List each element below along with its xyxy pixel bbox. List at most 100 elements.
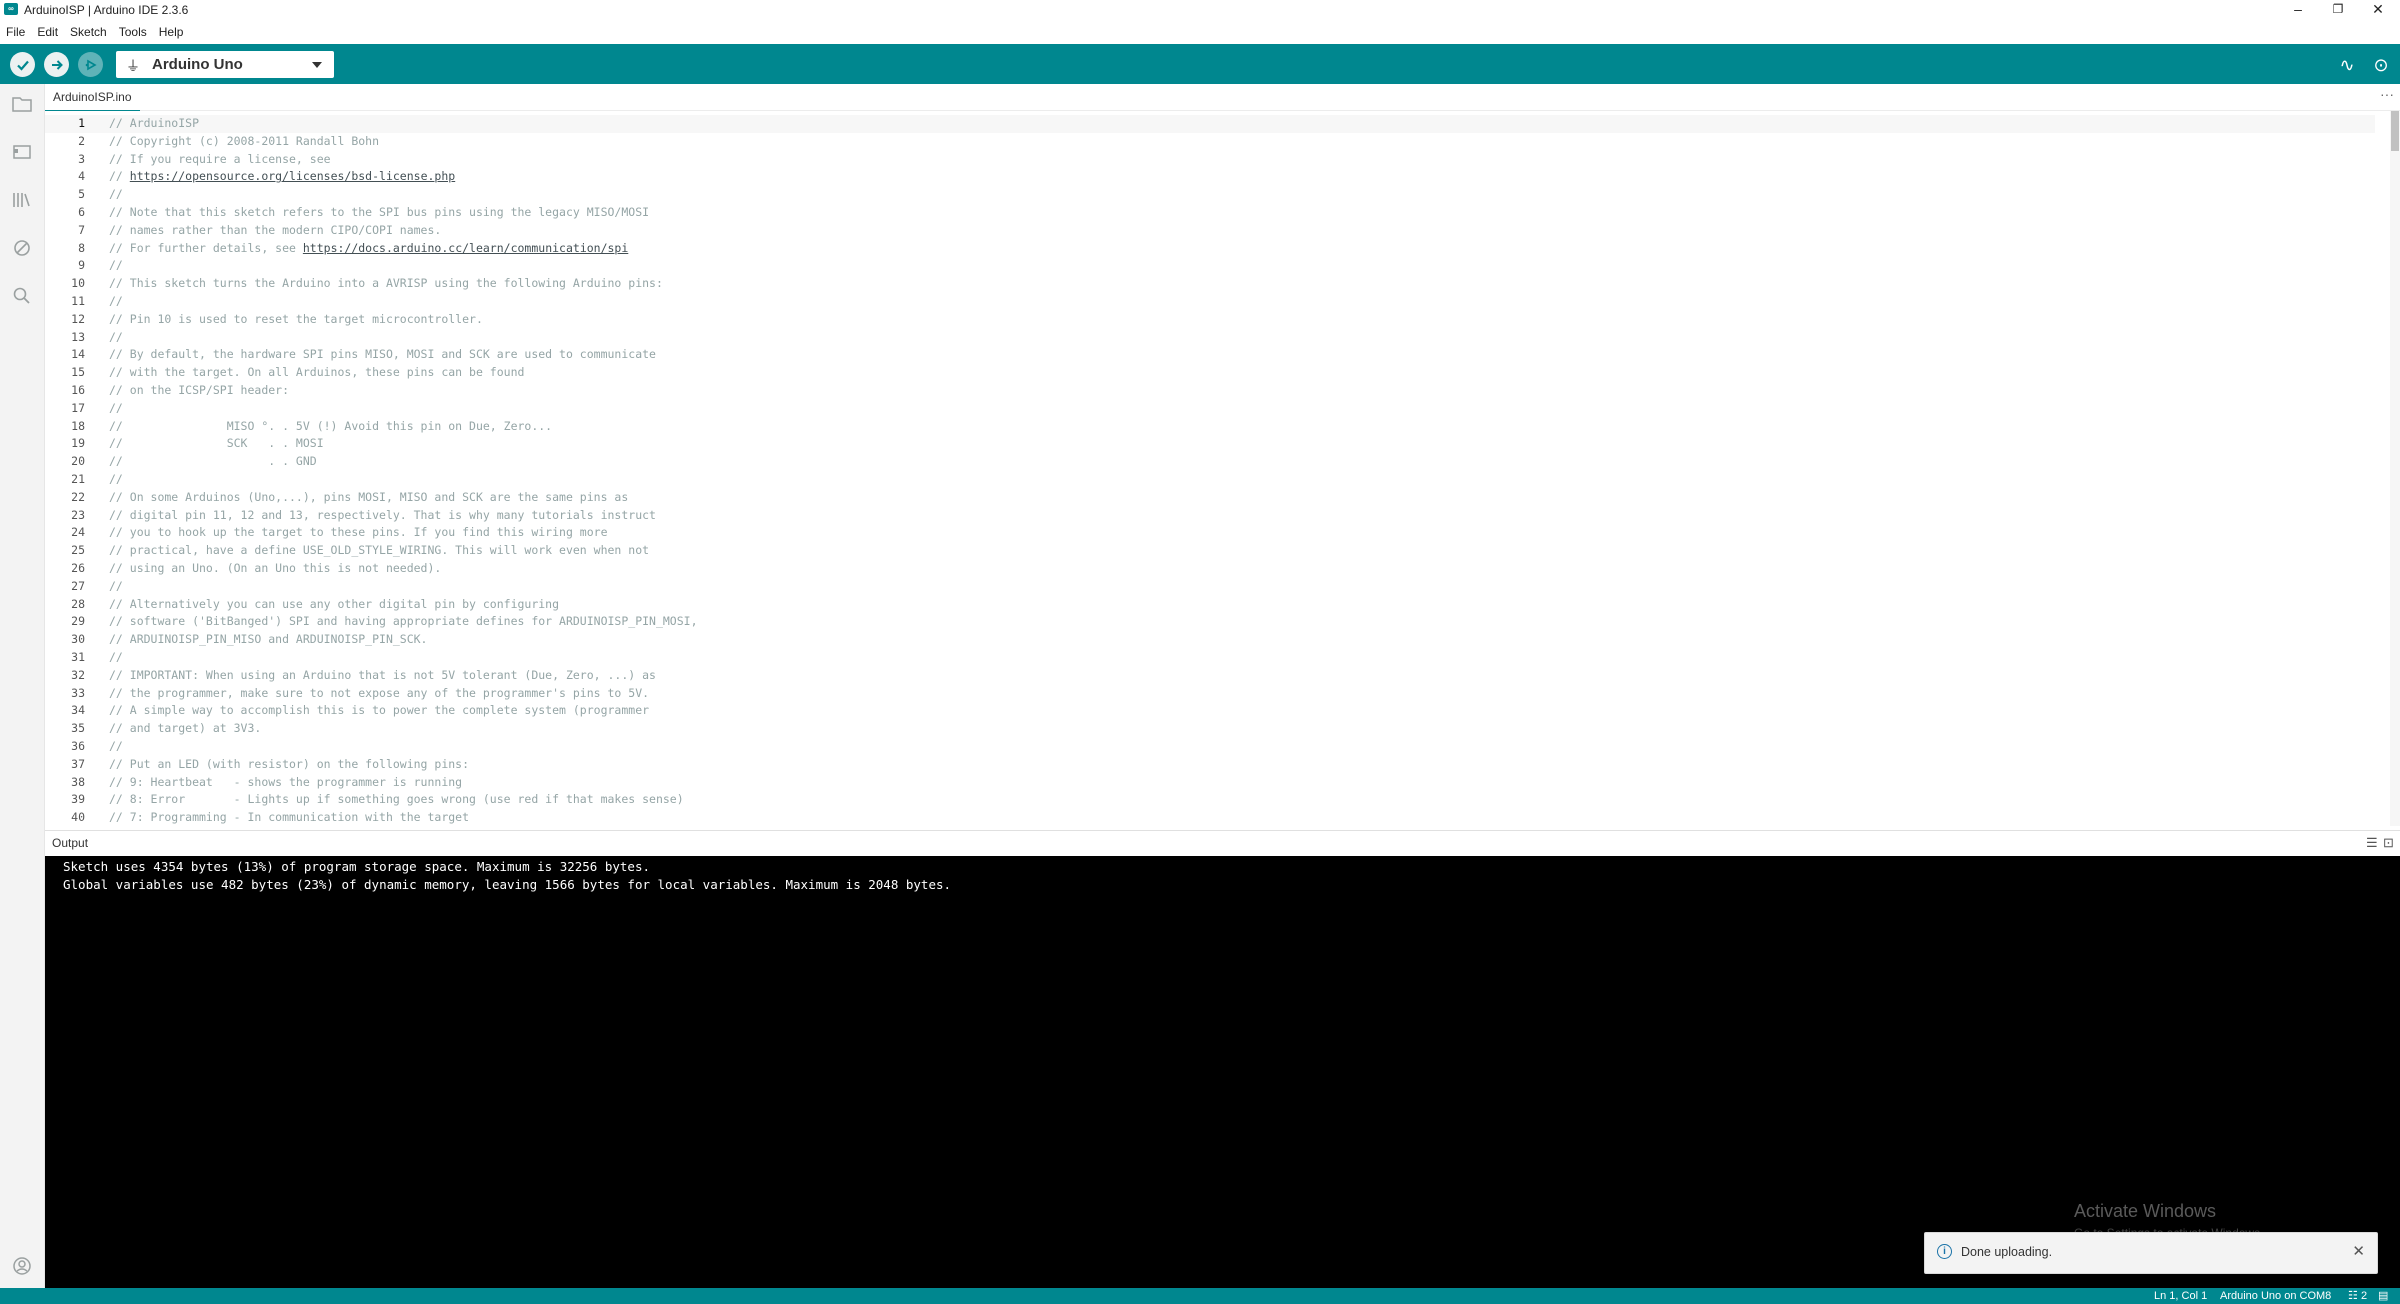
code-line[interactable]: 20 // . . GND <box>45 453 2375 471</box>
menu-edit[interactable]: Edit <box>31 20 64 44</box>
close-button[interactable]: ✕ <box>2356 0 2400 20</box>
line-number: 20 <box>71 454 85 469</box>
clear-output-icon[interactable]: ☰ <box>2366 835 2378 851</box>
code-text: // <box>109 472 123 486</box>
code-line[interactable]: 36 // <box>45 738 2375 756</box>
code-line[interactable]: 1 // ArduinoISP <box>45 115 2375 133</box>
code-line[interactable]: 6 // Note that this sketch refers to the … <box>45 204 2375 222</box>
code-line[interactable]: 5 // <box>45 186 2375 204</box>
code-line[interactable]: 15 // with the target. On all Arduinos, t… <box>45 364 2375 382</box>
activate-windows-title: Activate Windows <box>2074 1201 2217 1221</box>
code-line[interactable]: 18 // MISO °. . 5V (!) Avoid this pin on … <box>45 418 2375 436</box>
code-line[interactable]: 38 // 9: Heartbeat - shows the programmer… <box>45 774 2375 792</box>
notification-count[interactable]: 2 <box>2361 1289 2367 1303</box>
code-text: // Pin 10 is used to reset the target mi… <box>109 311 483 326</box>
menu-tools[interactable]: Tools <box>113 20 153 44</box>
code-line[interactable]: 31 // <box>45 649 2375 667</box>
code-line[interactable]: 7 // names rather than the modern CIPO/CO… <box>45 222 2375 240</box>
code-line[interactable]: 29 // software ('BitBanged') SPI and havi… <box>45 613 2375 631</box>
line-number: 5 <box>78 187 85 202</box>
code-text: // digital pin 11, 12 and 13, respective… <box>109 507 656 522</box>
code-line[interactable]: 27 // <box>45 578 2375 596</box>
boards-manager-button[interactable] <box>10 140 34 164</box>
debug-panel-button[interactable] <box>10 236 34 260</box>
code-line[interactable]: 14 // By default, the hardware SPI pins M… <box>45 346 2375 364</box>
tab-arduinoisp-ino[interactable]: ArduinoISP.ino <box>45 84 140 112</box>
code-line[interactable]: 37 // Put an LED (with resistor) on the f… <box>45 756 2375 774</box>
code-line[interactable]: 12 // Pin 10 is used to reset the target … <box>45 311 2375 329</box>
line-number: 15 <box>71 365 85 380</box>
close-notification-button[interactable]: ✕ <box>2352 1242 2365 1260</box>
scrollbar-thumb[interactable] <box>2391 111 2399 151</box>
code-link[interactable]: https://opensource.org/licenses/bsd-lice… <box>130 169 455 183</box>
line-number: 38 <box>71 774 85 789</box>
code-line[interactable]: 10 // This sketch turns the Arduino into … <box>45 275 2375 293</box>
panel-toggle-icon[interactable]: ▤ <box>2378 1289 2388 1303</box>
upload-button[interactable] <box>44 52 69 77</box>
code-line[interactable]: 21 // <box>45 471 2375 489</box>
code-line[interactable]: 35 // and target) at 3V3. <box>45 720 2375 738</box>
code-line[interactable]: 40 // 7: Programming - In communication w… <box>45 809 2375 826</box>
code-line[interactable]: 16 // on the ICSP/SPI header: <box>45 382 2375 400</box>
debug-button[interactable] <box>78 52 103 77</box>
code-line[interactable]: 13 // <box>45 329 2375 347</box>
code-text: // On some Arduinos (Uno,...), pins MOSI… <box>109 489 629 504</box>
line-number: 36 <box>71 739 85 753</box>
minimize-button[interactable]: – <box>2276 0 2320 20</box>
library-manager-button[interactable] <box>10 188 34 212</box>
library-icon <box>13 193 30 207</box>
toolbar: ⏚ Arduino Uno ∿ ⊙ <box>0 44 2400 84</box>
code-line[interactable]: 32 // IMPORTANT: When using an Arduino th… <box>45 667 2375 685</box>
code-link[interactable]: https://docs.arduino.cc/learn/communicat… <box>303 241 628 255</box>
code-line[interactable]: 8 // For further details, see https://doc… <box>45 240 2375 258</box>
menu-file[interactable]: File <box>0 20 31 44</box>
editor-scrollbar[interactable] <box>2390 111 2400 826</box>
verify-button[interactable] <box>10 52 35 77</box>
sketchbook-button[interactable] <box>10 92 34 116</box>
code-line[interactable]: 23 // digital pin 11, 12 and 13, respecti… <box>45 507 2375 525</box>
code-line[interactable]: 3 // If you require a license, see <box>45 151 2375 169</box>
code-text: // <box>109 187 123 202</box>
code-line[interactable]: 11 // <box>45 293 2375 311</box>
menu-sketch[interactable]: Sketch <box>64 20 113 44</box>
more-tabs-button[interactable]: ··· <box>2380 86 2394 102</box>
code-line[interactable]: 26 // using an Uno. (On an Uno this is no… <box>45 560 2375 578</box>
usb-icon: ⏚ <box>126 58 140 74</box>
lock-scroll-icon[interactable]: ⊡ <box>2383 835 2394 851</box>
menu-help[interactable]: Help <box>153 20 190 44</box>
chevron-down-icon <box>312 62 322 68</box>
code-text: // IMPORTANT: When using an Arduino that… <box>109 667 656 682</box>
code-editor[interactable]: 1 // ArduinoISP 2 // Copyright (c) 2008-201… <box>45 111 2400 826</box>
code-line[interactable]: 2 // Copyright (c) 2008-2011 Randall Bohn <box>45 133 2375 151</box>
code-line[interactable]: 39 // 8: Error - Lights up if something g… <box>45 791 2375 809</box>
notification-message: Done uploading. <box>1961 1245 2053 1259</box>
code-line[interactable]: 22 // On some Arduinos (Uno,...), pins MO… <box>45 489 2375 507</box>
serial-plotter-button[interactable]: ∿ <box>2336 54 2358 76</box>
code-line[interactable]: 33 // the programmer, make sure to not ex… <box>45 685 2375 703</box>
board-selector[interactable]: ⏚ Arduino Uno <box>116 51 334 78</box>
board-name: Arduino Uno <box>152 56 243 73</box>
code-line[interactable]: 24 // you to hook up the target to these … <box>45 524 2375 542</box>
search-button[interactable] <box>10 284 34 308</box>
cursor-position[interactable]: Ln 1, Col 1 <box>2154 1289 2207 1303</box>
notifications-icon[interactable]: ☷ <box>2348 1289 2358 1303</box>
line-number: 24 <box>71 525 85 540</box>
code-line[interactable]: 9 // <box>45 257 2375 275</box>
code-line[interactable]: 30 // ARDUINOISP_PIN_MISO and ARDUINOISP_… <box>45 631 2375 649</box>
code-line[interactable]: 17 // <box>45 400 2375 418</box>
code-text: // 9: Heartbeat - shows the programmer i… <box>109 774 463 789</box>
code-line[interactable]: 28 // Alternatively you can use any other… <box>45 596 2375 614</box>
code-line[interactable]: 34 // A simple way to accomplish this is … <box>45 702 2375 720</box>
board-port-status[interactable]: Arduino Uno on COM8 <box>2220 1289 2331 1303</box>
code-text: // Alternatively you can use any other d… <box>109 596 560 611</box>
line-number: 13 <box>71 329 85 344</box>
code-line[interactable]: 25 // practical, have a define USE_OLD_ST… <box>45 542 2375 560</box>
restore-button[interactable]: ❐ <box>2316 0 2360 20</box>
code-line[interactable]: 19 // SCK . . MOSI <box>45 435 2375 453</box>
line-number: 8 <box>78 240 85 255</box>
editor-tab-bar: ArduinoISP.ino ··· <box>45 84 2400 112</box>
code-line[interactable]: 4 // https://opensource.org/licenses/bsd-… <box>45 168 2375 186</box>
account-button[interactable] <box>10 1254 34 1278</box>
serial-monitor-button[interactable]: ⊙ <box>2370 54 2392 76</box>
line-number: 28 <box>71 596 85 611</box>
